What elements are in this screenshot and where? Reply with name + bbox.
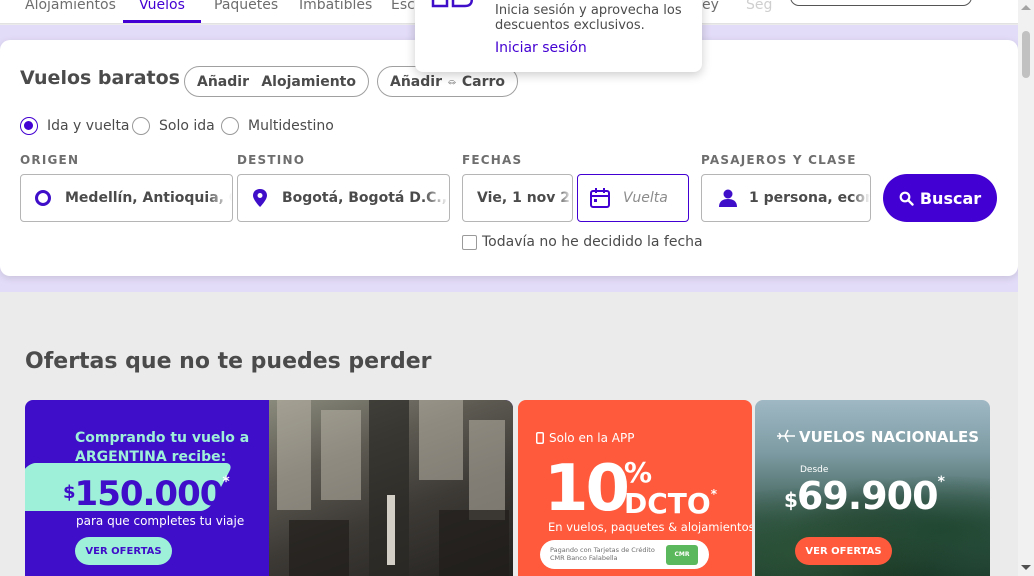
scroll-thumb[interactable] — [1022, 31, 1030, 78]
car-icon — [448, 79, 456, 84]
national-flights-title: VUELOS NACIONALES — [799, 428, 980, 446]
trip-oneway-radio[interactable]: Solo ida — [132, 117, 215, 135]
radio-circle — [20, 117, 38, 135]
active-tab-underline — [123, 20, 201, 23]
tab-disney[interactable]: ey — [702, 0, 719, 13]
destination-value: Bogotá, Bogotá D.C., Colombia — [282, 190, 449, 206]
departure-date-field[interactable]: Vie, 1 nov 2024 — [462, 174, 573, 222]
location-pin-icon — [253, 189, 267, 207]
trip-round-radio[interactable]: Ida y vuelta — [20, 117, 130, 135]
national-flights-banner[interactable]: VUELOS NACIONALES Desde $69.900* VER OFE… — [755, 400, 990, 576]
asterisk: * — [937, 474, 945, 490]
return-date-placeholder: Vuelta — [623, 190, 668, 206]
asterisk: * — [710, 487, 717, 501]
price-amount: 69.900 — [796, 474, 939, 518]
phone-icon — [536, 432, 544, 444]
dates-label: FECHAS — [462, 153, 523, 167]
app-only-text: Solo en la APP — [549, 431, 635, 445]
cmr-logo: CMR — [666, 545, 698, 565]
login-popup-text: Inicia sesión y aprovecha los descuentos… — [495, 3, 682, 33]
tab-paquetes[interactable]: Paquetes — [214, 0, 278, 13]
see-offers-button[interactable]: VER OFERTAS — [75, 537, 172, 565]
scroll-down-arrow[interactable] — [1021, 565, 1031, 570]
tab-seguros[interactable]: Seg — [746, 0, 772, 13]
city-photo — [269, 400, 513, 576]
scroll-up-arrow[interactable] — [1021, 5, 1031, 10]
discount-number: 10 — [544, 452, 630, 526]
login-link[interactable]: Iniciar sesión — [495, 40, 587, 56]
search-card: Vuelos baratos Añadir Alojamiento Añadir… — [0, 40, 1018, 276]
discount-percent: % — [624, 456, 653, 489]
argentina-banner-subtitle: para que completes tu viaje — [76, 514, 245, 528]
airplane-icon — [777, 429, 795, 443]
origin-value: Medellín, Antioquia, Colombia — [65, 190, 232, 206]
currency-sign: $ — [63, 482, 75, 503]
app-only-label: Solo en la APP — [536, 431, 634, 445]
destination-label: DESTINO — [237, 153, 306, 167]
checkbox-box — [462, 234, 477, 250]
price-amount: 150.000 — [74, 474, 224, 514]
add-lodging-label: Alojamiento — [261, 73, 356, 90]
trip-oneway-label: Solo ida — [159, 118, 215, 134]
discount-subtitle: En vuelos, paquetes & alojamientos — [548, 520, 752, 534]
destination-field[interactable]: Bogotá, Bogotá D.C., Colombia — [237, 174, 450, 222]
tab-escapadas[interactable]: Esc — [391, 0, 415, 13]
search-title: Vuelos baratos — [20, 67, 180, 89]
calendar-icon — [590, 188, 610, 208]
vertical-scrollbar[interactable] — [1018, 0, 1034, 576]
cmr-card-note: Pagando con Tarjetas de Crédito CMR Banc… — [540, 540, 709, 569]
undecided-label: Todavía no he decidido la fecha — [482, 234, 703, 250]
see-offers-button[interactable]: VER OFERTAS — [795, 537, 892, 565]
origin-label: ORIGEN — [20, 153, 80, 167]
radio-circle — [132, 117, 150, 135]
departure-date-value: Vie, 1 nov 2024 — [477, 190, 572, 206]
origin-field[interactable]: Medellín, Antioquia, Colombia — [20, 174, 233, 222]
nav-pill-button[interactable] — [790, 0, 972, 6]
search-button-label: Buscar — [919, 188, 982, 208]
passengers-field[interactable]: 1 persona, económica — [701, 174, 871, 222]
tab-alojamientos[interactable]: Alojamientos — [25, 0, 116, 13]
passengers-value: 1 persona, económica — [749, 190, 870, 206]
add-lodging-prefix: Añadir — [197, 73, 249, 90]
tab-imbatibles[interactable]: Imbatibles — [299, 0, 372, 13]
add-car-prefix: Añadir — [390, 73, 442, 90]
login-popup: Inicia sesión y aprovecha los descuentos… — [415, 0, 702, 72]
discount-dcto: DCTO* — [624, 487, 717, 520]
argentina-banner-price: $150.000* — [63, 474, 230, 514]
add-car-label: Carro — [461, 73, 505, 90]
radio-circle — [221, 117, 239, 135]
offers-title: Ofertas que no te puedes perder — [25, 349, 432, 374]
passengers-label: PASAJEROS Y CLASE — [701, 153, 857, 167]
origin-circle-icon — [35, 190, 51, 206]
return-date-field[interactable]: Vuelta — [577, 174, 689, 222]
trip-multi-label: Multidestino — [248, 118, 334, 134]
app-discount-banner[interactable]: Solo en la APP 10 % DCTO* En vuelos, paq… — [518, 400, 752, 576]
undecided-checkbox[interactable]: Todavía no he decidido la fecha — [462, 234, 703, 250]
tab-vuelos[interactable]: Vuelos — [139, 0, 185, 13]
currency-sign: $ — [784, 488, 798, 512]
person-icon — [719, 189, 737, 207]
search-button[interactable]: Buscar — [883, 174, 997, 222]
argentina-banner-title: Comprando tu vuelo a ARGENTINA recibe: — [75, 430, 250, 465]
argentina-banner[interactable]: Comprando tu vuelo a ARGENTINA recibe: $… — [25, 400, 513, 576]
cmr-card-text: Pagando con Tarjetas de Crédito CMR Banc… — [550, 546, 655, 562]
login-illustration-icon — [431, 0, 473, 8]
add-lodging-button[interactable]: Añadir Alojamiento — [184, 66, 369, 97]
trip-multi-radio[interactable]: Multidestino — [221, 117, 334, 135]
search-icon — [899, 191, 914, 206]
trip-round-label: Ida y vuelta — [47, 118, 130, 134]
asterisk: * — [222, 474, 229, 490]
dcto-text: DCTO — [624, 487, 711, 520]
national-flights-price: $69.900* — [784, 474, 945, 518]
